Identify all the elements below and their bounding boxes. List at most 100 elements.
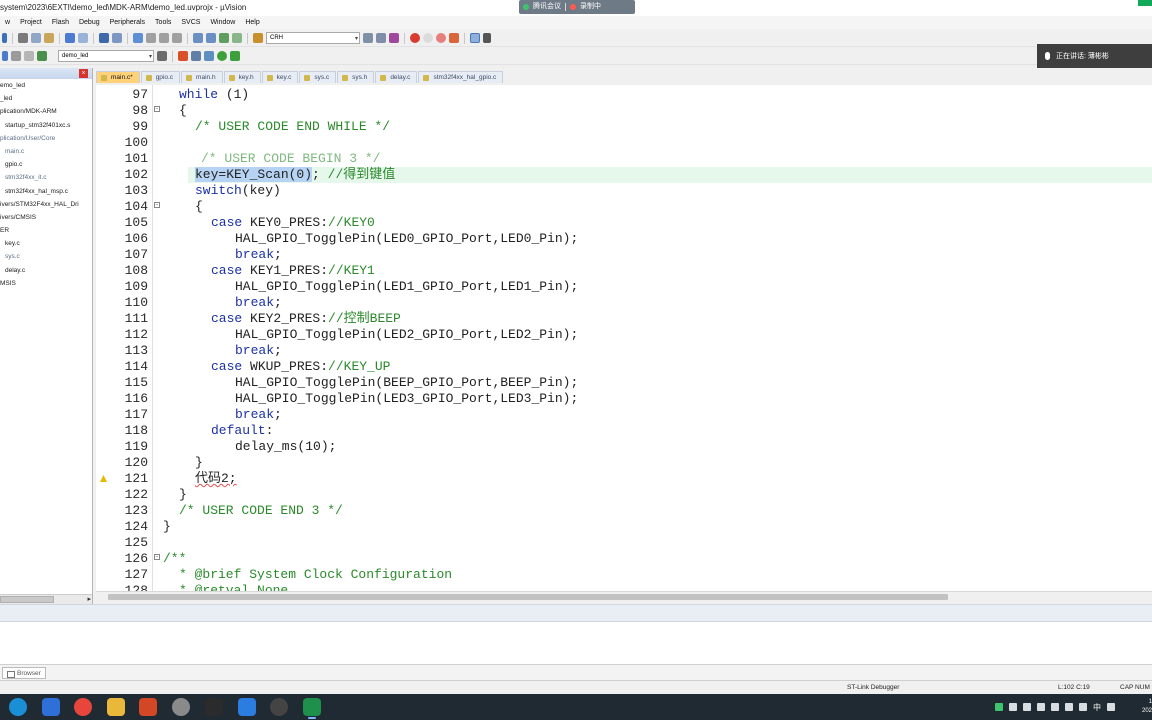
incremental-find-icon[interactable] <box>376 33 386 43</box>
keil-uvision-icon[interactable] <box>303 698 321 719</box>
chevron-down-icon[interactable]: ▾ <box>149 52 152 62</box>
tray-app-icon[interactable] <box>1023 703 1031 711</box>
tray-app-icon[interactable] <box>995 703 1003 711</box>
configure-icon[interactable] <box>483 33 491 43</box>
next-bookmark-icon[interactable] <box>159 33 169 43</box>
edge-icon[interactable] <box>9 698 27 716</box>
scroll-thumb[interactable] <box>0 596 54 603</box>
file-explorer-icon[interactable] <box>107 698 125 716</box>
cut-icon[interactable] <box>18 33 28 43</box>
target-combo[interactable]: demo_led ▾ <box>58 50 154 62</box>
tree-item[interactable]: ER <box>0 224 92 237</box>
nav-forward-icon[interactable] <box>112 33 122 43</box>
menu-help[interactable]: Help <box>240 19 264 26</box>
breakpoint-icon[interactable] <box>410 33 420 43</box>
tray-app-icon[interactable] <box>1009 703 1017 711</box>
menu-debug[interactable]: Debug <box>74 19 105 26</box>
redo-icon[interactable] <box>78 33 88 43</box>
tree-item[interactable]: key.c <box>0 237 92 250</box>
comment-icon[interactable] <box>219 33 229 43</box>
window-control-icon[interactable] <box>1138 0 1152 6</box>
tree-item[interactable]: gpio.c <box>0 158 92 171</box>
tree-item[interactable]: sys.c <box>0 250 92 263</box>
manage-project-icon[interactable] <box>191 51 201 61</box>
nav-back-icon[interactable] <box>99 33 109 43</box>
indent-icon[interactable] <box>193 33 203 43</box>
menu-svcs[interactable]: SVCS <box>176 19 205 26</box>
kill-breakpoints-icon[interactable] <box>436 33 446 43</box>
clock[interactable]: 1 202 <box>1136 698 1152 716</box>
tray-app-icon[interactable] <box>1037 703 1045 711</box>
scroll-right-icon[interactable]: ▸ <box>87 595 91 603</box>
tree-item[interactable]: main.c <box>0 145 92 158</box>
tab-browser[interactable]: Browser <box>2 667 46 679</box>
tree-item[interactable]: _led <box>0 92 92 105</box>
tab-key-c[interactable]: key.c <box>261 71 299 83</box>
build-icon[interactable] <box>11 51 21 61</box>
debug-session-icon[interactable] <box>389 33 399 43</box>
menu-flash[interactable]: Flash <box>47 19 74 26</box>
network-icon[interactable] <box>1051 703 1059 711</box>
meeting-pill[interactable]: 腾讯会议 录制中 <box>519 0 635 14</box>
unindent-icon[interactable] <box>206 33 216 43</box>
tree-item[interactable]: delay.c <box>0 264 92 277</box>
obs-icon[interactable] <box>270 698 288 716</box>
menu-view[interactable]: w <box>0 19 15 26</box>
menu-project[interactable]: Project <box>15 19 47 26</box>
tree-item[interactable]: plication/MDK-ARM <box>0 105 92 118</box>
clear-bookmarks-icon[interactable] <box>172 33 182 43</box>
target-options-icon[interactable] <box>157 51 167 61</box>
rebuild-icon[interactable] <box>24 51 34 61</box>
translate-icon[interactable] <box>2 51 8 61</box>
settings-icon[interactable] <box>449 33 459 43</box>
volume-icon[interactable] <box>1065 703 1073 711</box>
code-editor[interactable]: 97 98 99 100 101 102 103 104 105 106 107 108 109 110 1… <box>96 85 1152 591</box>
tab-gpio-c[interactable]: gpio.c <box>140 71 181 83</box>
menu-tools[interactable]: Tools <box>150 19 176 26</box>
find-combo[interactable]: CRH ▾ <box>266 32 360 44</box>
pack-installer-icon[interactable] <box>230 51 240 61</box>
tree-item[interactable]: ivers/CMSIS <box>0 211 92 224</box>
fold-marker-icon[interactable]: − <box>154 202 160 208</box>
prev-bookmark-icon[interactable] <box>146 33 156 43</box>
menu-window[interactable]: Window <box>205 19 240 26</box>
tree-item[interactable]: stm32f4xx_hal_msp.c <box>0 185 92 198</box>
terminal-icon[interactable] <box>205 698 223 716</box>
panel-splitter[interactable] <box>0 604 1152 622</box>
tab-delay-c[interactable]: delay.c <box>375 71 418 83</box>
fold-marker-icon[interactable]: − <box>154 554 160 560</box>
manage-rte-icon[interactable] <box>217 51 227 61</box>
fold-marker-icon[interactable]: − <box>154 106 160 112</box>
window-layout-icon[interactable] <box>470 33 480 43</box>
tree-item[interactable]: ivers/STM32F4xx_HAL_Dri <box>0 198 92 211</box>
tab-key-h[interactable]: key.h <box>223 71 261 83</box>
media-player-icon[interactable] <box>172 698 190 716</box>
find-in-files-icon[interactable] <box>253 33 263 43</box>
tree-item[interactable]: plication/User/Core <box>0 132 92 145</box>
file-extensions-icon[interactable] <box>178 51 188 61</box>
tab-sys-c[interactable]: sys.c <box>299 71 337 83</box>
undo-icon[interactable] <box>65 33 75 43</box>
video-editor-icon[interactable] <box>238 698 256 716</box>
disable-breakpoint-icon[interactable] <box>423 33 433 43</box>
project-scrollbar[interactable]: ▸ <box>0 594 92 604</box>
keyboard-icon[interactable] <box>1107 703 1115 711</box>
new-file-icon[interactable] <box>2 33 7 43</box>
tree-item[interactable]: stm32f4xx_it.c <box>0 171 92 184</box>
tree-item[interactable]: MSIS <box>0 277 92 290</box>
tree-item[interactable]: startup_stm32f401xc.s <box>0 119 92 132</box>
menu-peripherals[interactable]: Peripherals <box>105 19 150 26</box>
tree-item[interactable]: emo_led <box>0 79 92 92</box>
scroll-thumb[interactable] <box>108 594 948 600</box>
select-packs-icon[interactable] <box>204 51 214 61</box>
tab-sys-h[interactable]: sys.h <box>337 71 375 83</box>
bookmark-icon[interactable] <box>133 33 143 43</box>
powerpoint-icon[interactable] <box>139 698 157 716</box>
find-icon[interactable] <box>363 33 373 43</box>
uncomment-icon[interactable] <box>232 33 242 43</box>
download-icon[interactable] <box>37 51 47 61</box>
tencent-meeting-icon[interactable] <box>42 698 60 716</box>
tab-main-h[interactable]: main.h <box>181 71 223 83</box>
tab-stm32f4xx-hal-gpio-c[interactable]: stm32f4xx_hal_gpio.c <box>418 71 504 83</box>
tab-main-c[interactable]: main.c* <box>96 71 140 83</box>
